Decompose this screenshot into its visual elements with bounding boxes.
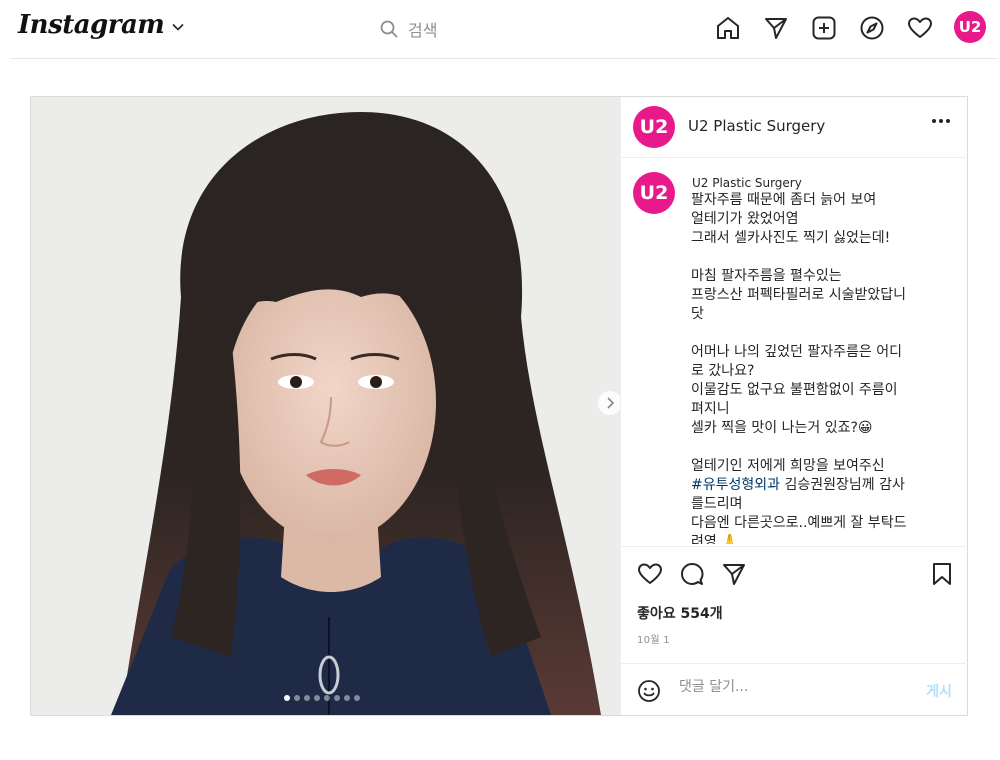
nav-icon-group: U2 [714, 11, 986, 43]
post-image[interactable] [31, 97, 620, 715]
post-card: U2 U2 Plastic Surgery U2 U2 Plastic Surg… [30, 96, 968, 716]
share-icon[interactable] [721, 561, 747, 587]
search-bar[interactable]: 검색 [380, 17, 437, 41]
post-actions [621, 546, 968, 587]
caption-username[interactable]: U2 Plastic Surgery [692, 176, 802, 190]
carousel-dot [344, 695, 350, 701]
activity-heart-icon [908, 17, 932, 38]
new-post-icon [812, 16, 836, 40]
comment-composer: 게시 [621, 663, 968, 716]
carousel-dot [304, 695, 310, 701]
bookmark-icon[interactable] [929, 561, 955, 587]
carousel-dot [324, 695, 330, 701]
brand-wordmark[interactable]: Instagram [18, 10, 165, 40]
chevron-right-icon [607, 397, 615, 409]
carousel-dot [334, 695, 340, 701]
caption-area: U2 U2 Plastic Surgery 팔자주름 때문에 좀더 늙어 보여 … [621, 158, 968, 544]
selfie-photo [31, 97, 620, 715]
top-navigation-bar: Instagram 검색 U2 [0, 0, 1000, 59]
carousel-dot [354, 695, 360, 701]
more-dot [932, 119, 936, 123]
emoji-icon[interactable] [637, 679, 661, 703]
comment-input[interactable] [679, 679, 879, 695]
chevron-down-icon[interactable] [172, 23, 184, 31]
more-dot [946, 119, 950, 123]
like-heart-icon[interactable] [637, 561, 663, 587]
explore-button[interactable] [858, 14, 886, 42]
direct-button[interactable] [762, 14, 790, 42]
post-date[interactable]: 10월 1 [637, 631, 670, 646]
caption-text-part: 팔자주름 때문에 좀더 늙어 보여 얼테기가 왔었어염 그래서 셀카사진도 찍기… [691, 192, 906, 474]
post-comment-button[interactable]: 게시 [926, 681, 952, 701]
nav-divider [10, 58, 998, 59]
caption-avatar[interactable]: U2 [633, 172, 675, 214]
comment-icon[interactable] [679, 561, 705, 587]
carousel-dot [284, 695, 290, 701]
account-avatar[interactable]: U2 [633, 106, 675, 148]
search-placeholder[interactable]: 검색 [408, 17, 437, 41]
post-header: U2 U2 Plastic Surgery [621, 97, 968, 158]
caption-text: 팔자주름 때문에 좀더 늙어 보여 얼테기가 왔었어염 그래서 셀카사진도 찍기… [691, 191, 951, 544]
carousel-dot [294, 695, 300, 701]
carousel-indicator [284, 695, 364, 701]
like-count[interactable]: 좋아요 554개 [637, 603, 723, 623]
home-button[interactable] [714, 14, 742, 42]
explore-icon [860, 16, 884, 40]
hashtag-link[interactable]: #유투성형외과 [691, 477, 780, 493]
new-post-button[interactable] [810, 14, 838, 42]
activity-button[interactable] [906, 14, 934, 42]
instagram-logo[interactable]: Instagram [18, 10, 184, 40]
carousel-dot [314, 695, 320, 701]
carousel-next-button[interactable] [598, 391, 620, 415]
profile-avatar[interactable]: U2 [954, 11, 986, 43]
direct-icon [765, 18, 787, 39]
more-dot [939, 119, 943, 123]
home-icon [717, 17, 739, 39]
account-name[interactable]: U2 Plastic Surgery [688, 117, 825, 135]
more-options-button[interactable] [929, 119, 950, 123]
search-icon [380, 20, 398, 38]
post-sidebar: U2 U2 Plastic Surgery U2 U2 Plastic Surg… [620, 97, 968, 715]
